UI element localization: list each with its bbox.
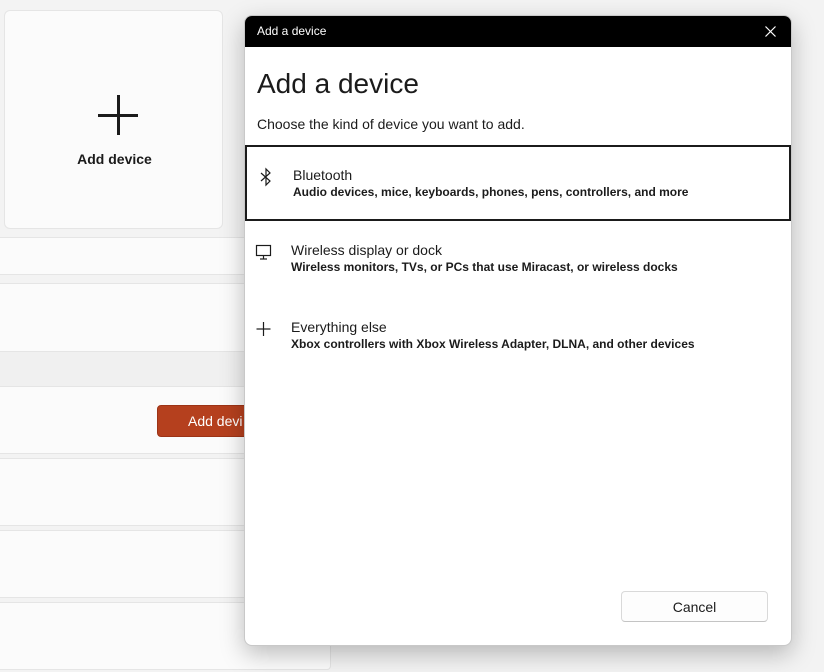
add-device-dialog: Add a device Add a device Choose the kin… (244, 15, 792, 646)
cancel-button[interactable]: Cancel (621, 591, 768, 622)
plus-icon (98, 95, 138, 135)
dialog-titlebar: Add a device (245, 16, 791, 47)
bluetooth-icon (260, 167, 271, 187)
add-device-button[interactable]: Add devi (157, 405, 257, 437)
dialog-heading: Add a device (257, 68, 419, 99)
close-button[interactable] (747, 16, 791, 47)
monitor-icon (255, 244, 272, 260)
option-wireless-display[interactable]: Wireless display or dock Wireless monito… (245, 222, 791, 298)
option-description: Audio devices, mice, keyboards, phones, … (293, 185, 689, 199)
dialog-title: Add a device (257, 24, 327, 38)
add-device-tile[interactable]: Add device (4, 10, 223, 229)
option-title: Wireless display or dock (291, 242, 442, 258)
add-device-tile-label: Add device (77, 151, 152, 167)
option-bluetooth[interactable]: Bluetooth Audio devices, mice, keyboards… (245, 145, 791, 221)
close-icon (765, 26, 776, 37)
dialog-subtitle: Choose the kind of device you want to ad… (257, 116, 525, 132)
option-description: Xbox controllers with Xbox Wireless Adap… (291, 337, 695, 351)
option-description: Wireless monitors, TVs, or PCs that use … (291, 260, 678, 274)
option-everything-else[interactable]: Everything else Xbox controllers with Xb… (245, 299, 791, 375)
option-title: Bluetooth (293, 167, 353, 183)
plus-icon (256, 322, 271, 336)
option-title: Everything else (291, 319, 387, 335)
